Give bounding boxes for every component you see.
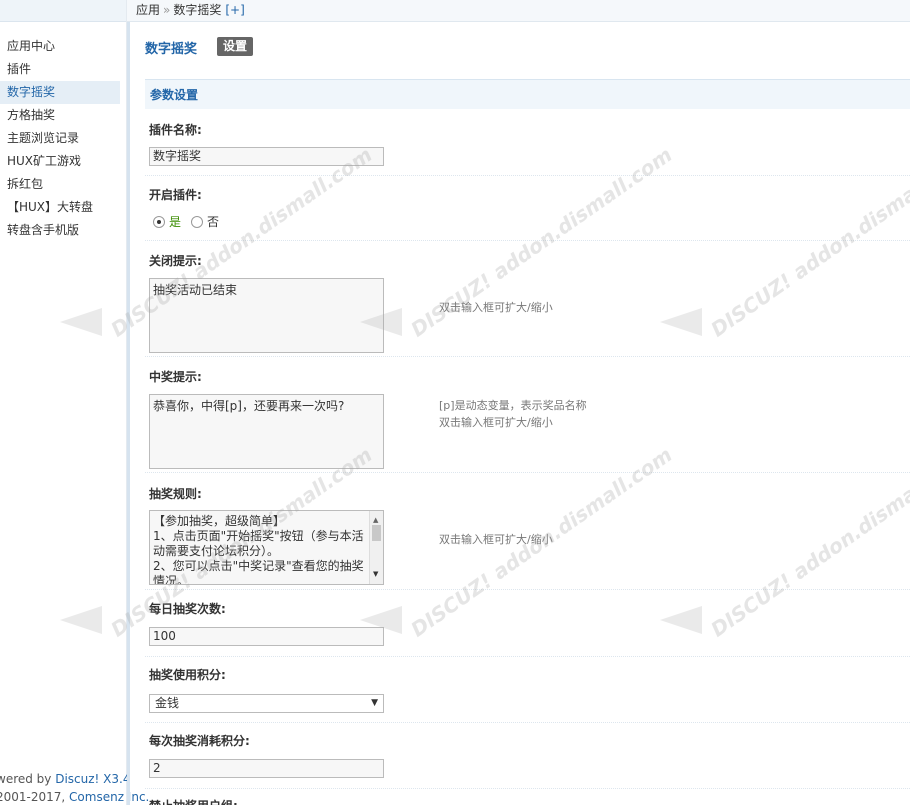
- daily-times-label: 每日抽奖次数:: [149, 602, 226, 616]
- sidebar-divider: [127, 0, 130, 805]
- sidebar-menu: 应用中心 插件 数字摇奖 方格抽奖 主题浏览记录 HUX矿工游戏 拆红包 【HU…: [0, 35, 120, 242]
- row-win-tip: 中奖提示: 恭喜你，中得[p]，还要再来一次吗? [p]是动态变量，表示奖品名称…: [145, 357, 910, 473]
- sidebar: 应用中心 插件 数字摇奖 方格抽奖 主题浏览记录 HUX矿工游戏 拆红包 【HU…: [0, 0, 149, 805]
- row-rules: 抽奖规则: 【参加抽奖，超级简单】 1、点击页面"开始摇奖"按钮（参与本活动需要…: [145, 473, 910, 590]
- row-credit-type: 抽奖使用积分: 金钱 ▼: [145, 657, 910, 723]
- enable-plugin-label: 开启插件:: [149, 188, 202, 202]
- win-tip-textarea[interactable]: 恭喜你，中得[p]，还要再来一次吗?: [149, 394, 384, 469]
- win-tip-hint: [p]是动态变量，表示奖品名称 双击输入框可扩大/缩小: [439, 397, 587, 431]
- radio-yes[interactable]: [153, 215, 165, 228]
- sidebar-item-grid-lottery[interactable]: 方格抽奖: [0, 104, 120, 127]
- scroll-down-icon[interactable]: ▼: [373, 567, 378, 582]
- enable-plugin-radios: 是 否: [153, 213, 219, 230]
- row-daily-times: 每日抽奖次数: 100: [145, 590, 910, 657]
- plugin-name-input[interactable]: 数字摇奖: [149, 147, 384, 166]
- close-tip-hint: 双击输入框可扩大/缩小: [439, 301, 553, 314]
- breadcrumb-current: 数字摇奖: [173, 3, 222, 17]
- daily-times-input[interactable]: 100: [149, 627, 384, 646]
- section-header: 参数设置: [145, 79, 910, 109]
- copyright-text: 2001-2017,: [0, 790, 70, 804]
- credit-type-value: 金钱: [155, 696, 180, 710]
- sidebar-item-number-lottery[interactable]: 数字摇奖: [0, 81, 120, 104]
- rules-label: 抽奖规则:: [149, 487, 202, 501]
- rules-hint: 双击输入框可扩大/缩小: [439, 533, 553, 546]
- sidebar-item-hux-miner[interactable]: HUX矿工游戏: [0, 150, 120, 173]
- win-tip-hint-variable: [p]是动态变量，表示奖品名称: [439, 399, 587, 412]
- sidebar-item-app-center[interactable]: 应用中心: [0, 35, 120, 58]
- chevron-down-icon[interactable]: ▼: [371, 695, 378, 712]
- rules-scrollbar[interactable]: ▲ ▼: [369, 511, 383, 584]
- credit-type-select[interactable]: 金钱 ▼: [149, 694, 384, 713]
- rules-content: 【参加抽奖，超级简单】 1、点击页面"开始摇奖"按钮（参与本活动需要支付论坛积分…: [153, 514, 371, 585]
- forbid-groups-label: 禁止抽奖用户组:: [149, 797, 238, 805]
- radio-no-label[interactable]: 否: [207, 213, 219, 230]
- radio-no[interactable]: [191, 215, 204, 228]
- row-enable-plugin: 开启插件: 是 否: [145, 176, 910, 241]
- sidebar-item-thread-history[interactable]: 主题浏览记录: [0, 127, 120, 150]
- sidebar-item-red-packet[interactable]: 拆红包: [0, 173, 120, 196]
- breadcrumb-app[interactable]: 应用: [136, 3, 160, 17]
- cost-label: 每次抽奖消耗积分:: [149, 734, 250, 748]
- discuz-link[interactable]: Discuz! X3.4: [55, 772, 130, 786]
- scroll-thumb[interactable]: [372, 525, 381, 541]
- credit-type-label: 抽奖使用积分:: [149, 668, 226, 682]
- rules-line: 2、您可以点击"中奖记录"查看您的抽奖情况。: [153, 559, 364, 585]
- cost-input[interactable]: 2: [149, 759, 384, 778]
- sidebar-item-hux-wheel[interactable]: 【HUX】大转盘: [0, 196, 120, 219]
- powered-text: wered by: [0, 772, 56, 786]
- sidebar-topbar: [0, 0, 126, 22]
- row-cost: 每次抽奖消耗积分: 2: [145, 723, 910, 789]
- plugin-name-label: 插件名称:: [149, 123, 202, 137]
- row-forbid-groups: 禁止抽奖用户组:: [145, 789, 910, 805]
- settings-button[interactable]: 设置: [217, 37, 254, 56]
- close-tip-textarea[interactable]: 抽奖活动已结束: [149, 278, 384, 353]
- win-tip-label: 中奖提示:: [149, 370, 202, 384]
- page-title: 数字摇奖: [145, 42, 198, 57]
- rules-line: 1、点击页面"开始摇奖"按钮（参与本活动需要支付论坛积分）。: [153, 529, 364, 558]
- breadcrumb: 应用» 数字摇奖 [+]: [127, 0, 910, 22]
- main-content: 数字摇奖 设置 参数设置 插件名称: 数字摇奖 开启插件: 是 否 关闭提示: …: [131, 22, 910, 805]
- row-plugin-name: 插件名称: 数字摇奖: [145, 109, 910, 176]
- add-shortcut-link[interactable]: [+]: [225, 3, 244, 17]
- sidebar-item-plugins[interactable]: 插件: [0, 58, 120, 81]
- win-tip-hint-resize: 双击输入框可扩大/缩小: [439, 416, 553, 429]
- sidebar-item-wheel-mobile[interactable]: 转盘含手机版: [0, 219, 120, 242]
- row-close-tip: 关闭提示: 抽奖活动已结束 双击输入框可扩大/缩小: [145, 241, 910, 357]
- close-tip-label: 关闭提示:: [149, 254, 202, 268]
- rules-line: 【参加抽奖，超级简单】: [153, 514, 286, 528]
- breadcrumb-separator: »: [163, 3, 171, 17]
- rules-textarea[interactable]: 【参加抽奖，超级简单】 1、点击页面"开始摇奖"按钮（参与本活动需要支付论坛积分…: [149, 510, 384, 585]
- radio-yes-label[interactable]: 是: [169, 213, 181, 230]
